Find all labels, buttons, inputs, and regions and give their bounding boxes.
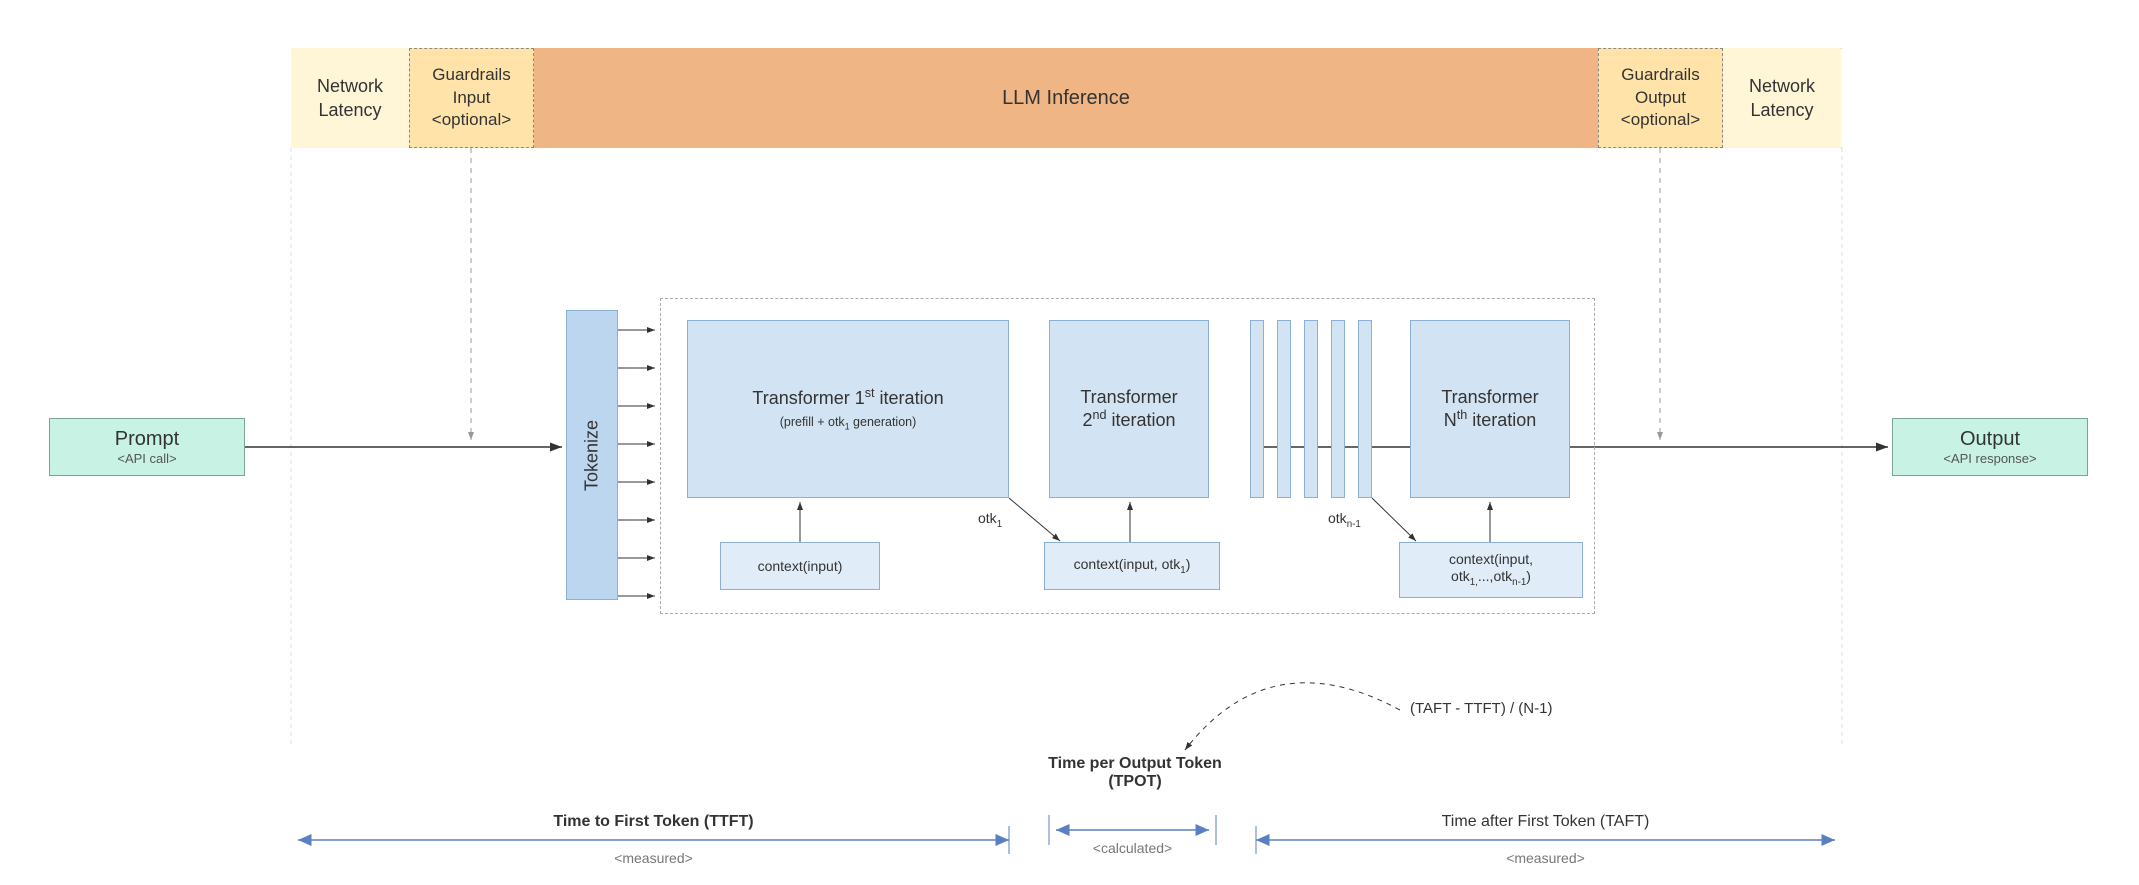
- stage-network-latency-right: Network Latency: [1723, 48, 1841, 148]
- context-1: context(input): [720, 542, 880, 590]
- context-2-text: context(input, otk1): [1074, 556, 1191, 576]
- ellipsis-bar: [1331, 320, 1345, 498]
- prompt-box: Prompt <API call>: [49, 418, 245, 476]
- stage-network-latency-left: Network Latency: [291, 48, 409, 148]
- llm-inference-label: LLM Inference: [1002, 87, 1130, 110]
- stage-guardrails-output: Guardrails Output <optional>: [1598, 48, 1723, 148]
- prompt-title: Prompt: [115, 428, 179, 451]
- output-sub: <API response>: [1943, 451, 2036, 466]
- output-box: Output <API response>: [1892, 418, 2088, 476]
- stage-guardrails-input: Guardrails Input <optional>: [409, 48, 534, 148]
- context-n: context(input, otk1,...,otkn-1): [1399, 542, 1583, 598]
- ttft-label: Time to First Token (TTFT): [298, 813, 1009, 831]
- iter1-line: Transformer 1st iteration: [752, 386, 943, 409]
- network-latency-right-label: Network Latency: [1749, 74, 1815, 123]
- taft-measured: <measured>: [1256, 850, 1835, 866]
- formula-text: (TAFT - TTFT) / (N-1): [1410, 700, 1552, 717]
- stage-llm-inference: LLM Inference: [534, 48, 1598, 148]
- ellipsis-bar: [1250, 320, 1264, 498]
- iter1-sub: (prefill + otk1 generation): [780, 415, 917, 432]
- transformer-iter-1: Transformer 1st iteration (prefill + otk…: [687, 320, 1009, 498]
- guardrails-input-label: Guardrails Input <optional>: [432, 64, 511, 133]
- taft-label: Time after First Token (TAFT): [1256, 813, 1835, 831]
- prompt-sub: <API call>: [117, 451, 176, 466]
- transformer-iter-2: Transformer 2nd iteration: [1049, 320, 1209, 498]
- guardrails-output-label: Guardrails Output <optional>: [1621, 64, 1700, 133]
- ellipsis-bar: [1304, 320, 1318, 498]
- otkn-label: otkn-1: [1328, 510, 1361, 530]
- tokenize-label: Tokenize: [582, 419, 603, 490]
- iter2-line1: Transformer: [1080, 387, 1177, 408]
- itern-line2: Nth iteration: [1444, 408, 1537, 431]
- context-2: context(input, otk1): [1044, 542, 1220, 590]
- network-latency-left-label: Network Latency: [317, 74, 383, 123]
- context-n-line2: otk1,...,otkn-1): [1451, 568, 1531, 589]
- ttft-measured: <measured>: [298, 850, 1009, 866]
- tpot-calculated: <calculated>: [1049, 840, 1216, 856]
- ellipsis-bar: [1277, 320, 1291, 498]
- context-n-line1: context(input,: [1449, 551, 1533, 569]
- itern-line1: Transformer: [1441, 387, 1538, 408]
- tpot-label: Time per Output Token (TPOT): [1020, 755, 1250, 791]
- tokenize-box: Tokenize: [566, 310, 618, 600]
- output-title: Output: [1960, 428, 2020, 451]
- ellipsis-bar: [1358, 320, 1372, 498]
- otk1-label: otk1: [978, 510, 1002, 530]
- transformer-iter-n: Transformer Nth iteration: [1410, 320, 1570, 498]
- iter2-line2: 2nd iteration: [1082, 408, 1175, 431]
